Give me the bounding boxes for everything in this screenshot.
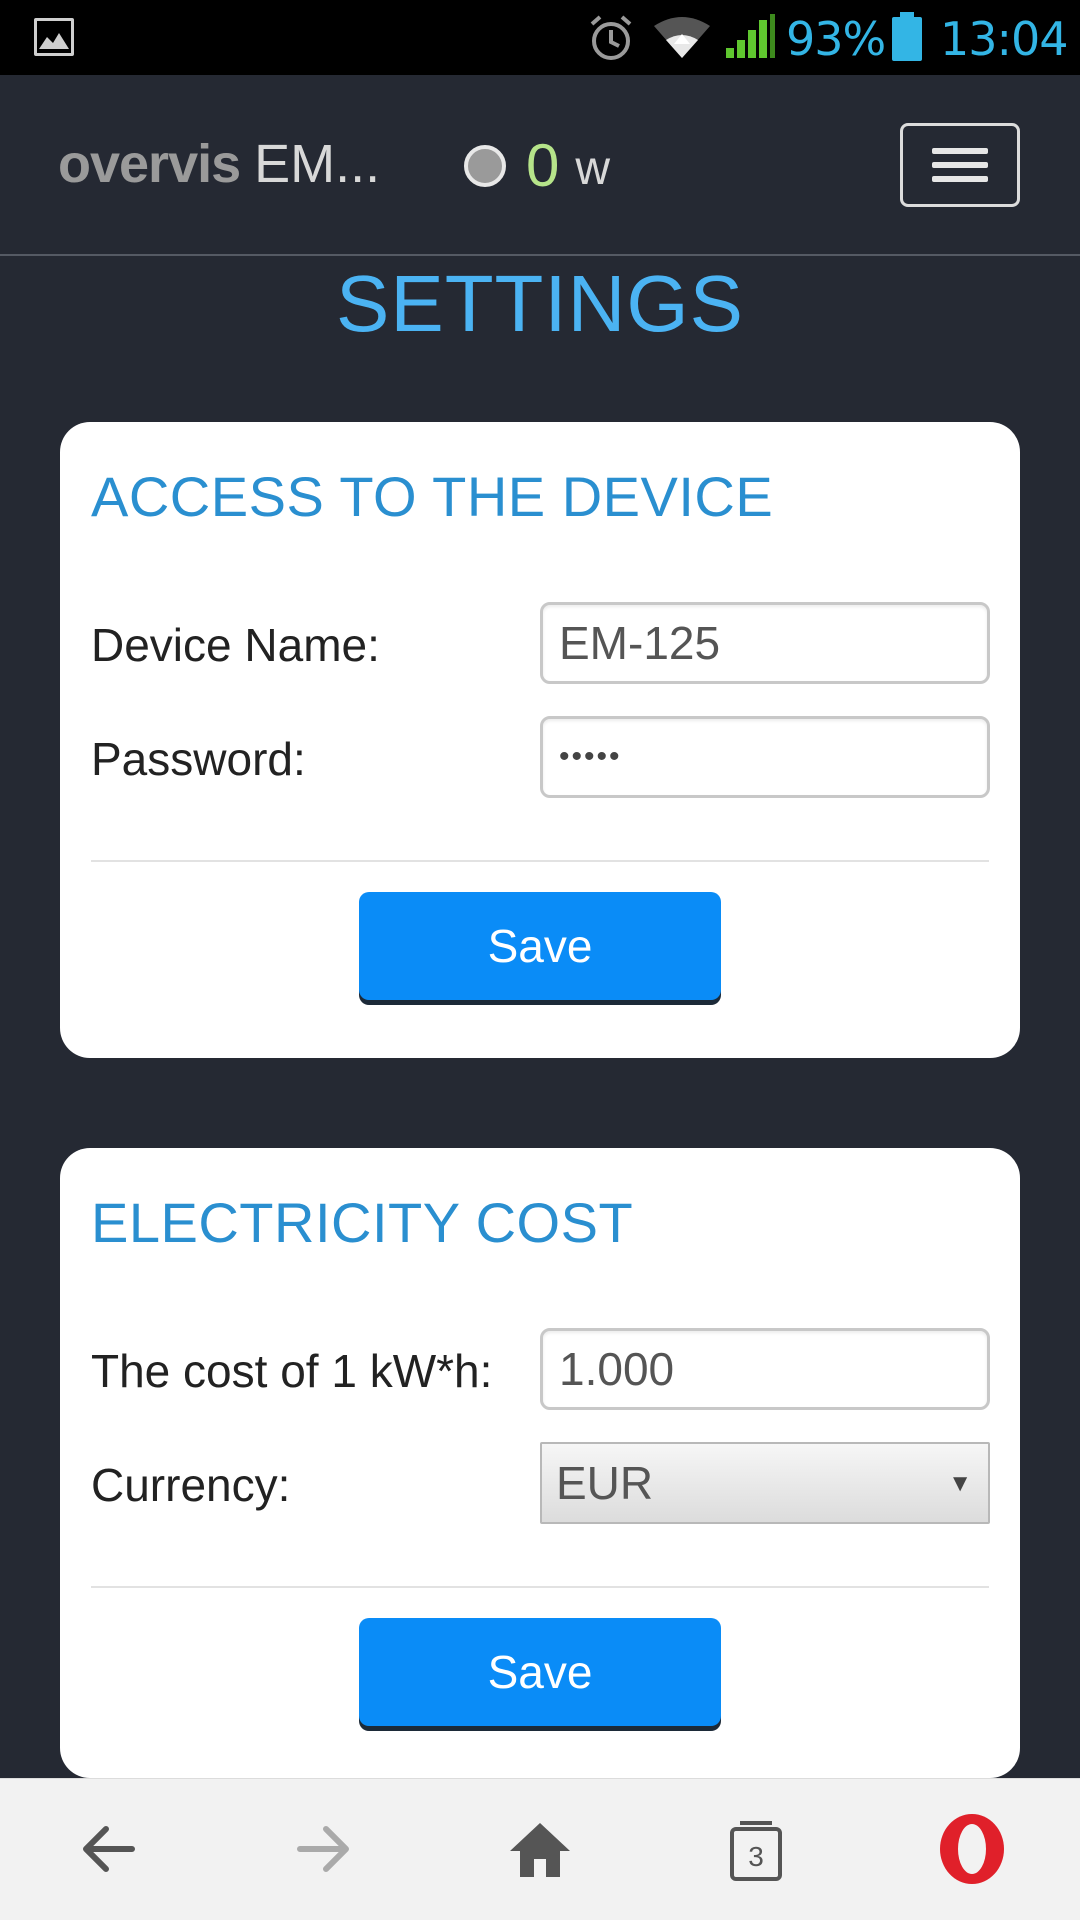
alarm-icon [590, 15, 632, 60]
cost-card-title: ELECTRICITY COST [91, 1191, 634, 1254]
cost-input[interactable]: 1.000 [540, 1328, 990, 1410]
save-access-button[interactable]: Save [359, 892, 721, 1000]
device-name-label: Device Name: [91, 619, 380, 671]
cost-card: ELECTRICITY COST The cost of 1 kW*h: 1.0… [60, 1148, 1020, 1778]
access-card: ACCESS TO THE DEVICE Device Name: EM-125… [60, 422, 1020, 1058]
back-arrow-icon[interactable] [80, 1819, 136, 1879]
status-dot-icon [464, 144, 506, 187]
currency-label: Currency: [91, 1459, 291, 1511]
device-short-name: EM... [254, 134, 381, 194]
wifi-icon [654, 17, 710, 58]
divider [91, 1586, 989, 1588]
tab-count: 3 [748, 1841, 764, 1872]
device-name-input[interactable]: EM-125 [540, 602, 990, 684]
password-label: Password: [91, 733, 306, 785]
cost-label: The cost of 1 kW*h: [91, 1345, 493, 1397]
currency-select[interactable]: EUR ▼ [540, 1442, 990, 1524]
opera-logo-icon[interactable] [936, 1811, 1008, 1887]
hamburger-icon [932, 148, 988, 154]
battery-icon [892, 12, 922, 61]
signal-icon [726, 14, 775, 58]
app-header: overvis EM... 0 w [0, 75, 1080, 256]
brand-logo: overvis [58, 134, 241, 194]
password-input[interactable]: ••••• [540, 716, 990, 798]
save-cost-button[interactable]: Save [359, 1618, 721, 1726]
status-bar: 93% 13:04 [0, 0, 1080, 75]
clock: 13:04 [940, 12, 1069, 66]
image-icon [34, 18, 74, 56]
brand-title[interactable]: overvis EM... [58, 133, 380, 195]
home-icon[interactable] [508, 1819, 572, 1879]
battery-percent: 93% [786, 12, 886, 66]
dropdown-arrow-icon: ▼ [948, 1470, 972, 1497]
access-card-title: ACCESS TO THE DEVICE [91, 465, 774, 528]
power-unit: w [575, 142, 611, 195]
power-indicator: 0 w [464, 131, 610, 200]
menu-button[interactable] [900, 123, 1020, 207]
tabs-icon[interactable]: 3 [728, 1819, 784, 1883]
page-title: SETTINGS [335, 259, 745, 348]
power-value: 0 [526, 132, 560, 199]
browser-bottom-bar: 3 [0, 1778, 1080, 1920]
forward-arrow-icon[interactable] [296, 1819, 352, 1879]
currency-value: EUR [556, 1457, 654, 1509]
divider [91, 860, 989, 862]
